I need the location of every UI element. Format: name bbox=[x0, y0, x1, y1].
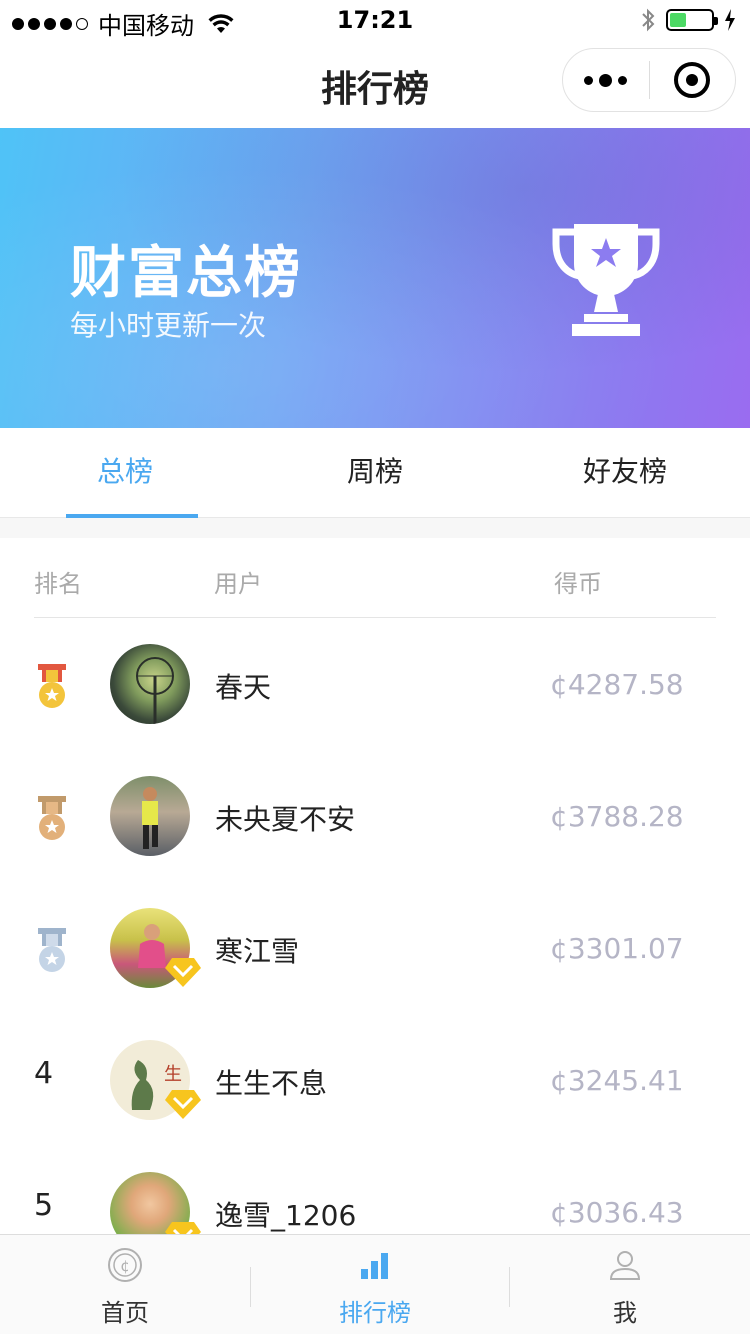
mini-program-capsule bbox=[562, 48, 736, 112]
tabbar-label: 首页 bbox=[101, 1299, 149, 1327]
user-name: 寒江雪 bbox=[215, 935, 300, 968]
svg-text:生: 生 bbox=[164, 1064, 182, 1085]
banner: 财富总榜 每小时更新一次 bbox=[0, 128, 750, 428]
coin-amount: ¢3301.07 bbox=[550, 932, 684, 965]
ranking-page: 中国移动 17:21 排行榜 财富总榜 每小时更新一次 总榜 周榜 好友榜 排名… bbox=[0, 0, 750, 1334]
coin-amount: ¢4287.58 bbox=[550, 668, 684, 701]
list-header: 排名 用户 得币 bbox=[34, 538, 716, 618]
close-target-icon bbox=[674, 62, 711, 98]
tabbar-label: 我 bbox=[613, 1299, 637, 1327]
coin-amount: ¢3245.41 bbox=[550, 1064, 684, 1097]
user-name: 生生不息 bbox=[215, 1067, 328, 1100]
tabbar-label: 排行榜 bbox=[339, 1299, 411, 1327]
list-item[interactable]: 春天 ¢4287.58 bbox=[0, 618, 750, 750]
rank-number: 5 bbox=[34, 1188, 54, 1223]
tabbar-home[interactable]: ¢ 首页 bbox=[0, 1235, 250, 1334]
bronze-medal-icon bbox=[38, 796, 66, 840]
user-name: 未央夏不安 bbox=[215, 803, 356, 836]
bottom-tab-bar: ¢ 首页 排行榜 我 bbox=[0, 1234, 750, 1334]
coin-icon: ¢ bbox=[108, 1248, 142, 1282]
avatar[interactable] bbox=[110, 644, 190, 724]
header-rank: 排名 bbox=[34, 570, 82, 598]
trophy-icon bbox=[552, 224, 660, 336]
tabbar-ranking[interactable]: 排行榜 bbox=[250, 1235, 500, 1334]
status-bar: 中国移动 17:21 bbox=[0, 0, 750, 40]
silver-medal-icon bbox=[38, 928, 66, 972]
list-item[interactable]: 未央夏不安 ¢3788.28 bbox=[0, 750, 750, 882]
avatar[interactable] bbox=[110, 776, 190, 856]
header-user: 用户 bbox=[214, 570, 262, 598]
banner-subtitle: 每小时更新一次 bbox=[70, 309, 267, 342]
user-name: 逸雪_1206 bbox=[215, 1199, 357, 1232]
list-item[interactable]: 4 生 生生不息 ¢3245.41 bbox=[0, 1014, 750, 1146]
list-item[interactable]: 寒江雪 ¢3301.07 bbox=[0, 882, 750, 1014]
bluetooth-icon bbox=[642, 8, 655, 32]
ranking-tabs: 总榜 周榜 好友榜 bbox=[0, 428, 750, 518]
charging-icon bbox=[725, 9, 735, 31]
rank-number: 4 bbox=[34, 1056, 54, 1091]
vip-badge-icon bbox=[165, 958, 201, 987]
more-button[interactable] bbox=[563, 49, 649, 111]
user-name: 春天 bbox=[215, 671, 272, 704]
tab-friends[interactable]: 好友榜 bbox=[500, 428, 750, 518]
coin-amount: ¢3788.28 bbox=[550, 800, 684, 833]
svg-text:¢: ¢ bbox=[120, 1257, 130, 1275]
user-icon bbox=[609, 1251, 641, 1280]
tab-total[interactable]: 总榜 bbox=[0, 428, 250, 518]
section-gap bbox=[0, 518, 750, 538]
clock: 17:21 bbox=[336, 6, 414, 34]
tab-weekly[interactable]: 周榜 bbox=[250, 428, 500, 518]
close-button[interactable] bbox=[650, 49, 736, 111]
tabbar-me[interactable]: 我 bbox=[500, 1235, 750, 1334]
vip-badge-icon bbox=[165, 1090, 201, 1119]
navigation-bar: 排行榜 bbox=[0, 40, 750, 128]
coin-amount: ¢3036.43 bbox=[550, 1196, 684, 1229]
banner-title: 财富总榜 bbox=[70, 241, 302, 306]
gold-medal-icon bbox=[38, 664, 66, 708]
battery-icon bbox=[666, 9, 718, 31]
header-coins: 得币 bbox=[554, 570, 602, 598]
bar-chart-icon bbox=[361, 1253, 388, 1279]
